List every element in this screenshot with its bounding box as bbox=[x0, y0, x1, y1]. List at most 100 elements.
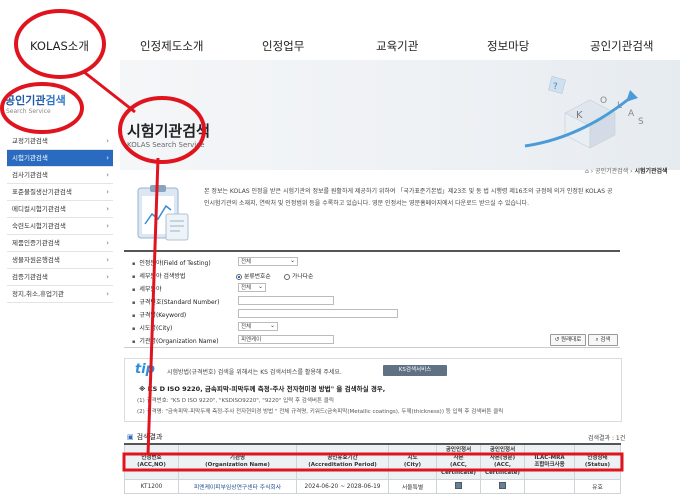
svg-text:S: S bbox=[638, 117, 644, 127]
sidebar-title: 공인기관검색 bbox=[5, 94, 66, 107]
nav-info-plaza[interactable]: 정보마당 bbox=[487, 38, 529, 54]
radio-dot bbox=[284, 273, 290, 280]
tip-label: tip bbox=[135, 362, 155, 377]
sidebar-item-label: 제품인증기관검색 bbox=[12, 239, 60, 247]
home-icon[interactable]: ⌂ bbox=[585, 168, 589, 175]
svg-text:K: K bbox=[576, 110, 583, 121]
sidebar-item[interactable]: 정지,취소,휴업기관 › bbox=[7, 286, 113, 303]
nav-kolas-intro[interactable]: KOLAS소개 bbox=[30, 38, 89, 54]
sidebar-item[interactable]: 메디컬시험기관검색 › bbox=[7, 201, 113, 218]
nav-accreditation-system[interactable]: 인정제도소개 bbox=[140, 38, 203, 54]
standard-number-input[interactable] bbox=[238, 296, 334, 305]
sidebar-menu: 교정기관검색 › 시험기관검색 › 검사기관검색 › 표준물질생산기관검색 › 메디컬시험기관검… bbox=[7, 133, 113, 303]
column-header: ILAC-MRA 조합마크사용 bbox=[524, 443, 575, 480]
cell-status: 유효 bbox=[574, 479, 621, 494]
nav-accredited-search[interactable]: 공인기관검색 bbox=[590, 38, 653, 54]
column-header: 공인인정서 사본 (ACC, Certificate) bbox=[436, 443, 481, 480]
column-header-line: (ACC, bbox=[494, 462, 511, 468]
banner-illustration: K O L A S ? bbox=[524, 76, 644, 149]
sidebar-item[interactable]: 교정기관검색 › bbox=[7, 133, 113, 150]
column-header-line: 사본 bbox=[453, 454, 464, 461]
page-subtitle: KOLAS Search Service bbox=[127, 141, 205, 149]
column-header-line: (Organization Name) bbox=[205, 462, 270, 468]
label-standard: 규격번호(Standard Number) bbox=[132, 297, 219, 306]
intro-text: 본 정보는 KOLAS 인정을 받은 시험기관의 정보를 원활하게 제공하기 위… bbox=[204, 188, 613, 207]
tip-text: 시험방법(규격번호) 검색을 위해서는 KS 검색서비스를 활용해 주세요. bbox=[167, 369, 342, 376]
column-header-line: 인정상태 bbox=[587, 454, 608, 461]
search-form: 인정분야(Field of Testing) 전체 세부분야 검색방법 분류번호… bbox=[124, 250, 620, 348]
chevron-right-icon: › bbox=[106, 222, 109, 230]
column-header-line: (Status) bbox=[584, 462, 611, 468]
column-header-line: 조합마크사용 bbox=[534, 462, 565, 468]
sidebar-item[interactable]: 시험기관검색 › bbox=[7, 150, 113, 167]
column-header-line: 인정번호 bbox=[141, 454, 162, 461]
column-header: 공인인정서 사본(영문) (ACC, Certificate) bbox=[480, 443, 525, 480]
sidebar-item[interactable]: 생물자원은행검색 › bbox=[7, 252, 113, 269]
radio-classification-order[interactable]: 분류번호순 bbox=[236, 271, 271, 280]
column-header-line: 공인유효기간 bbox=[327, 454, 358, 461]
cell-acc-no: KT1200 bbox=[124, 479, 179, 494]
sidebar-item[interactable]: 표준물질생산기관검색 › bbox=[7, 184, 113, 201]
sidebar-item-label: 메디컬시험기관검색 bbox=[12, 205, 66, 213]
results-title: 검색결과 bbox=[127, 432, 163, 442]
sidebar-item-label: 숙련도시험기관검색 bbox=[12, 222, 66, 230]
chevron-right-icon: › bbox=[106, 188, 109, 196]
column-header-line: ILAC-MRA bbox=[534, 454, 565, 461]
chevron-right-icon: › bbox=[106, 171, 109, 179]
organization-name-input[interactable]: 피엔케이 bbox=[238, 335, 334, 344]
breadcrumb-parent[interactable]: 공인기관검색 bbox=[595, 168, 628, 175]
results-count: 검색결과 : 1건 bbox=[588, 435, 626, 442]
nav-accreditation-work[interactable]: 인정업무 bbox=[262, 38, 304, 54]
svg-text:?: ? bbox=[553, 82, 558, 92]
page-title: 시험기관검색 bbox=[127, 122, 210, 140]
results-table: 인정번호 (ACC,NO) 기관명 (Organization Name) 공인유효기간… bbox=[124, 443, 621, 494]
sidebar-item-label: 검증기관검색 bbox=[12, 273, 48, 281]
chevron-right-icon: › bbox=[106, 273, 109, 281]
detail-select[interactable]: 전체 bbox=[238, 282, 266, 292]
breadcrumb: ⌂ › 공인기관검색 › 시험기관검색 bbox=[585, 166, 668, 175]
label-detail: 세부분야 bbox=[132, 284, 161, 293]
certificate-download-icon[interactable] bbox=[455, 482, 462, 489]
search-button[interactable]: ⌕ 검색 bbox=[588, 334, 618, 346]
svg-text:O: O bbox=[600, 96, 607, 106]
column-header-line: (City) bbox=[403, 462, 422, 468]
column-header: 인정상태 (Status) bbox=[574, 443, 621, 480]
column-header-line: 시도 bbox=[407, 454, 418, 461]
cell-certificate bbox=[436, 479, 481, 494]
label-method: 세부분야 검색방법 bbox=[132, 271, 185, 280]
reset-button[interactable]: ↺ 원래대로 bbox=[550, 334, 586, 346]
radio-dot bbox=[236, 273, 242, 280]
tip-box: tip 시험방법(규격번호) 검색을 위해서는 KS 검색서비스를 활용해 주세… bbox=[124, 358, 622, 422]
clipboard-chart-illustration bbox=[137, 185, 189, 241]
chevron-right-icon: › bbox=[106, 137, 109, 145]
breadcrumb-current: 시험기관검색 bbox=[634, 168, 668, 175]
city-select[interactable]: 전체 bbox=[238, 321, 278, 331]
label-org: 기관명(Organization Name) bbox=[132, 336, 218, 345]
sidebar-item-label: 표준물질생산기관검색 bbox=[12, 188, 72, 196]
column-header-line: 공인인정서 bbox=[489, 447, 516, 453]
breadcrumb-sep: › bbox=[630, 168, 633, 175]
sidebar-item[interactable]: 제품인증기관검색 › bbox=[7, 235, 113, 252]
cell-period: 2024-06-20 ~ 2028-06-19 bbox=[296, 479, 389, 494]
nav-education[interactable]: 교육기관 bbox=[376, 38, 418, 54]
label-keyword: 규격명(Keyword) bbox=[132, 310, 186, 319]
keyword-input[interactable] bbox=[238, 309, 398, 318]
column-header-line: 공인인정서 bbox=[445, 447, 472, 453]
ks-search-service-button[interactable]: KS검색서비스 bbox=[383, 365, 447, 376]
tip-example-title: ※ KS D ISO 9220, 금속피막-피막두께 측정-주사 전자현미경 방… bbox=[139, 385, 386, 393]
cell-org-name[interactable]: 피엔케이피부임상연구센타 주식회사 bbox=[178, 479, 297, 494]
table-row: KT1200 피엔케이피부임상연구센타 주식회사 2024-06-20 ~ 20… bbox=[124, 479, 621, 494]
radio-alphabetical-order[interactable]: 가나다순 bbox=[284, 271, 313, 280]
chevron-right-icon: › bbox=[106, 154, 109, 162]
column-header-line: Certificate) bbox=[441, 469, 476, 476]
sidebar-item[interactable]: 숙련도시험기관검색 › bbox=[7, 218, 113, 235]
sidebar-item[interactable]: 검증기관검색 › bbox=[7, 269, 113, 286]
sidebar-item[interactable]: 검사기관검색 › bbox=[7, 167, 113, 184]
label-field: 인정분야(Field of Testing) bbox=[132, 258, 210, 267]
column-header-line: (ACC, bbox=[450, 462, 467, 468]
field-select[interactable]: 전체 bbox=[238, 256, 298, 266]
cell-city: 서울특별 bbox=[388, 479, 437, 494]
certificate-en-download-icon[interactable] bbox=[499, 482, 506, 489]
column-header: 시도 (City) bbox=[388, 443, 437, 480]
column-header-line: 사본(영문) bbox=[489, 454, 516, 461]
